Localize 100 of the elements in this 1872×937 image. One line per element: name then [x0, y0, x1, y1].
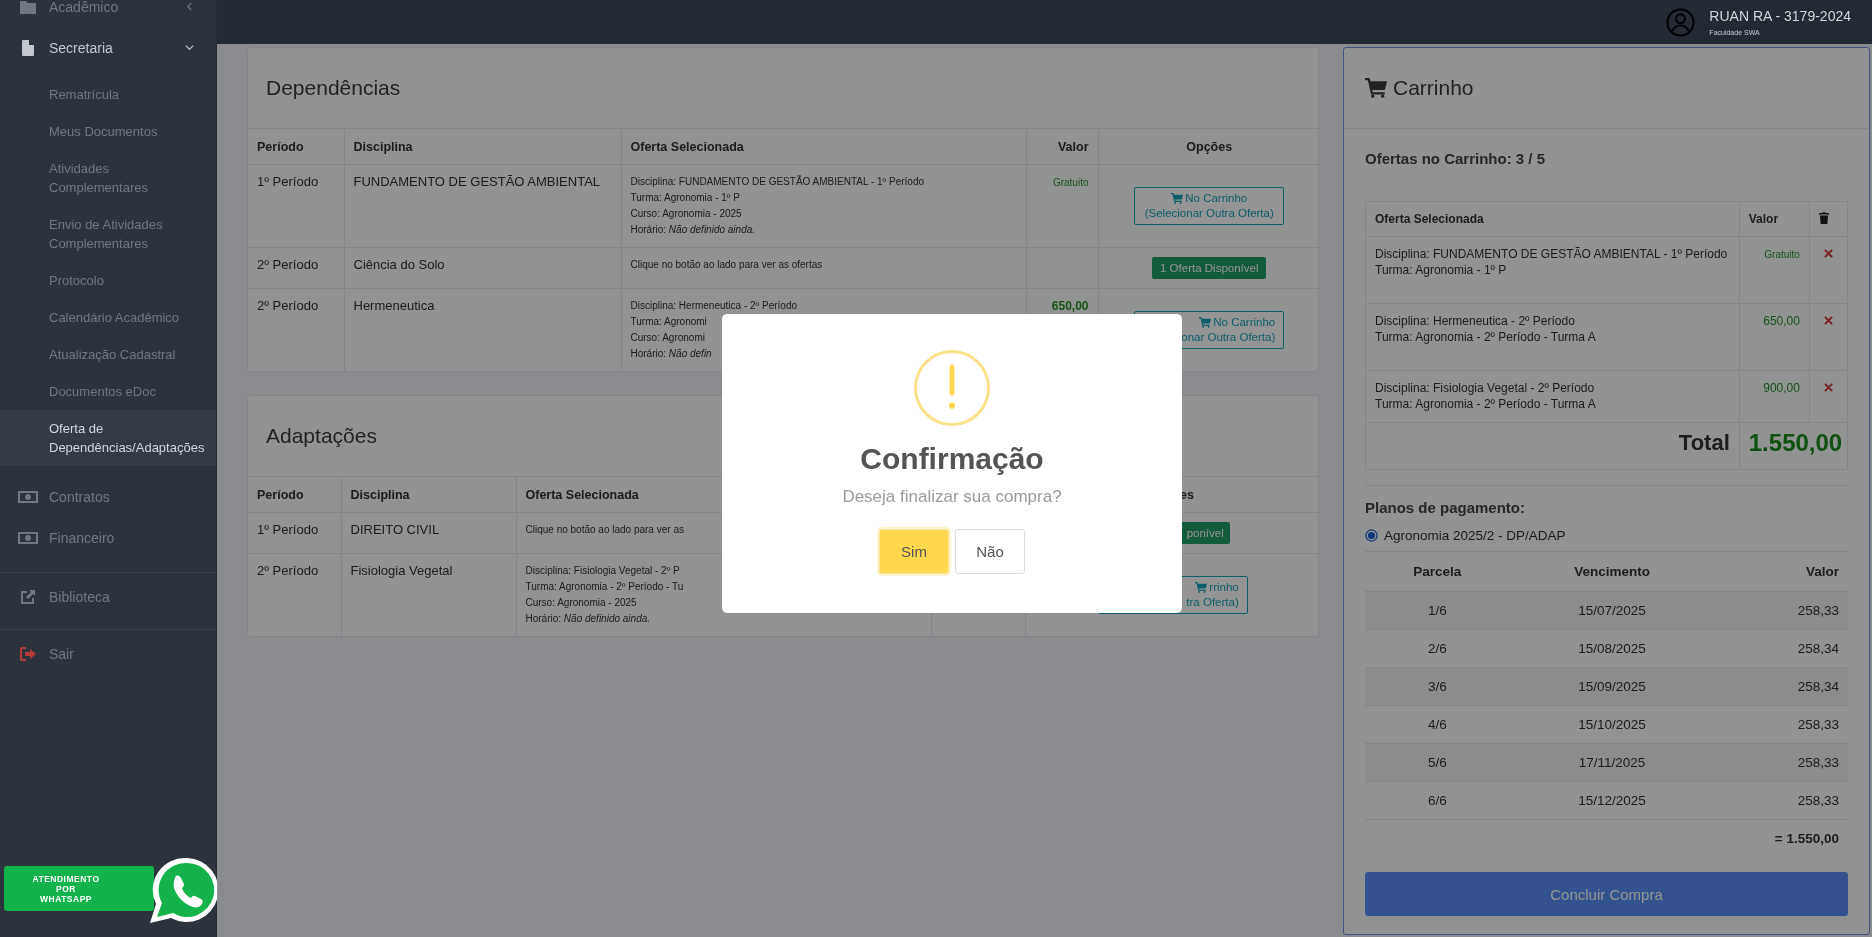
cart-status-button[interactable]: No Carrinho (Selecionar Outra Oferta) [1134, 187, 1285, 225]
table-cell: Ciência do Solo [344, 247, 621, 289]
installments-total: = 1.550,00 [1714, 819, 1848, 856]
offer-detail: Turma: Agronomia - 2º Período - Turma A [1375, 396, 1597, 412]
table-cell: 15/12/2025 [1509, 781, 1715, 820]
offers-button[interactable]: 1 Oferta Disponível [1152, 257, 1267, 279]
table-cell: 5/6 [1365, 743, 1510, 782]
column-header: Oferta Selecionada [621, 129, 1026, 165]
column-header: Disciplina [344, 129, 621, 165]
plan-label: Agronomia 2025/2 - DP/ADAP [1384, 528, 1566, 543]
sidebar-subitem[interactable]: Atualização Cadastral [0, 336, 216, 373]
offer-detail: Turma: Agronomia - 1º P [1375, 262, 1508, 278]
offer-detail: Disciplina: Hermeneutica - 2º Período [1375, 313, 1576, 329]
table-cell: 4/6 [1365, 705, 1510, 744]
offer-detail: Horário: Não definido ainda. [525, 612, 652, 626]
column-header: Valor [1026, 129, 1098, 165]
folder-icon [20, 0, 36, 14]
sidebar-subitem[interactable]: Rematrícula [0, 76, 216, 113]
support-badge[interactable]: ATENDIMENTO POR WHATSAPP [4, 866, 154, 911]
table-cell: 15/10/2025 [1509, 705, 1715, 744]
banknote-icon [18, 531, 38, 544]
table-cell: 258,34 [1714, 629, 1848, 668]
offer-detail: Disciplina: Hermeneutica - 2º Período [630, 299, 798, 313]
radio-button[interactable] [1365, 529, 1378, 542]
table-cell: Hermeneutica [344, 288, 621, 371]
offer-detail: Curso: Agronomi [630, 331, 706, 345]
column-header: Período [248, 129, 344, 165]
sidebar-item[interactable]: Financeiro [0, 517, 216, 558]
column-header: Parcela [1365, 552, 1510, 592]
remove-icon[interactable] [1823, 249, 1833, 258]
external-link-icon [20, 588, 36, 605]
offer-detail: Disciplina: FUNDAMENTO DE GESTÃO AMBIENTAL - 1º Período [1375, 246, 1729, 262]
remove-icon[interactable] [1823, 316, 1833, 325]
sidebar-item[interactable]: Acadêmico [0, 0, 216, 27]
cart-icon [1199, 317, 1212, 328]
offer-detail: Disciplina: Fisiologia Vegetal - 2º Período [1375, 380, 1596, 396]
table-cell: Clique no botão ao lado para ver as ofertas [621, 247, 1026, 289]
section-title: Dependências [248, 48, 1318, 129]
offer-detail: Disciplina: FUNDAMENTO DE GESTÃO AMBIENTAL - 1º Período [630, 174, 926, 189]
table-cell: 6/6 [1365, 781, 1510, 820]
sign-out-icon [20, 646, 36, 661]
total-label: Total [1365, 422, 1740, 470]
sidebar-subitem[interactable]: Atividades Complementares [0, 150, 216, 206]
sidebar-subitem[interactable]: Envio de Atividades Complementares [0, 206, 216, 262]
document-icon [22, 39, 34, 56]
price-text: 650,00 [1763, 314, 1800, 328]
offer-detail: Turma: Agronomi [630, 315, 708, 329]
panel-title: Carrinho [1393, 76, 1474, 100]
column-header: Disciplina [341, 477, 516, 513]
remove-icon[interactable] [1823, 383, 1833, 392]
free-label: Gratuito [1764, 249, 1800, 260]
table-cell: 258,33 [1714, 781, 1848, 820]
table-cell: 15/07/2025 [1509, 591, 1715, 630]
table-cell: 1º Período [248, 164, 344, 248]
offer-detail: Horário: Não defin [630, 347, 713, 361]
table-cell: 17/11/2025 [1509, 743, 1715, 782]
cart-count: Ofertas no Carrinho: 3 / 5 [1365, 150, 1547, 168]
offer-detail: Disciplina: Fisiologia Vegetal - 2º P [525, 564, 681, 578]
free-label: Gratuito [1052, 177, 1089, 188]
offer-detail: Horário: Não definido ainda. [630, 223, 757, 237]
sidebar-subitem[interactable]: Documentos eDoc [0, 373, 216, 410]
offer-detail: Turma: Agronomia - 2º Período - Turma A [1375, 329, 1597, 345]
table-cell: 15/09/2025 [1509, 667, 1715, 706]
table-cell: 258,33 [1714, 743, 1848, 782]
price-text: 650,00 [1051, 299, 1089, 313]
cancel-button[interactable]: Não [955, 529, 1025, 574]
column-header: Valor [1739, 201, 1810, 237]
sidebar-subitem[interactable]: Protocolo [0, 262, 216, 299]
table-cell: Fisiologia Vegetal [341, 553, 516, 636]
sidebar-item[interactable]: Contratos [0, 476, 216, 517]
offer-detail: Curso: Agronomia - 2025 [630, 207, 743, 221]
table-cell: 1/6 [1365, 591, 1510, 630]
column-header: Período [248, 477, 341, 513]
table-cell: 258,33 [1714, 591, 1848, 630]
sidebar-subitem[interactable]: Calendário Acadêmico [0, 299, 216, 336]
checkout-button[interactable]: Concluir Compra [1365, 872, 1848, 916]
cart-icon [1195, 582, 1208, 593]
offer-detail: Curso: Agronomia - 2025 [525, 596, 638, 610]
column-header: Valor [1714, 552, 1848, 592]
table-cell: 1º Período [248, 512, 341, 554]
sidebar-subitem[interactable]: Oferta de Dependências/Adaptações [0, 410, 216, 466]
column-header: Oferta Selecionada [1365, 201, 1740, 237]
table-cell: 2º Período [248, 247, 344, 289]
table-cell: 2/6 [1365, 629, 1510, 668]
trash-icon [1818, 211, 1829, 224]
sidebar-subitem[interactable]: Meus Documentos [0, 113, 216, 150]
section-title: Planos de pagamento: [1365, 499, 1527, 516]
sidebar-item[interactable]: Biblioteca [0, 576, 216, 617]
banknote-icon [18, 490, 38, 503]
cart-icon [1171, 193, 1184, 204]
confirm-button[interactable]: Sim [879, 529, 949, 574]
sidebar-item[interactable]: Sair [0, 633, 216, 674]
column-header: Vencimento [1509, 552, 1715, 592]
table-cell: DIREITO CIVIL [341, 512, 516, 554]
table-cell: 15/08/2025 [1509, 629, 1715, 668]
table-cell: 258,34 [1714, 667, 1848, 706]
table-cell: 258,33 [1714, 705, 1848, 744]
sidebar-item[interactable]: Secretaria [0, 27, 216, 68]
user-name: RUAN RA - 3179-2024 [1709, 8, 1851, 25]
dialog-title: Confirmação [860, 441, 1044, 477]
